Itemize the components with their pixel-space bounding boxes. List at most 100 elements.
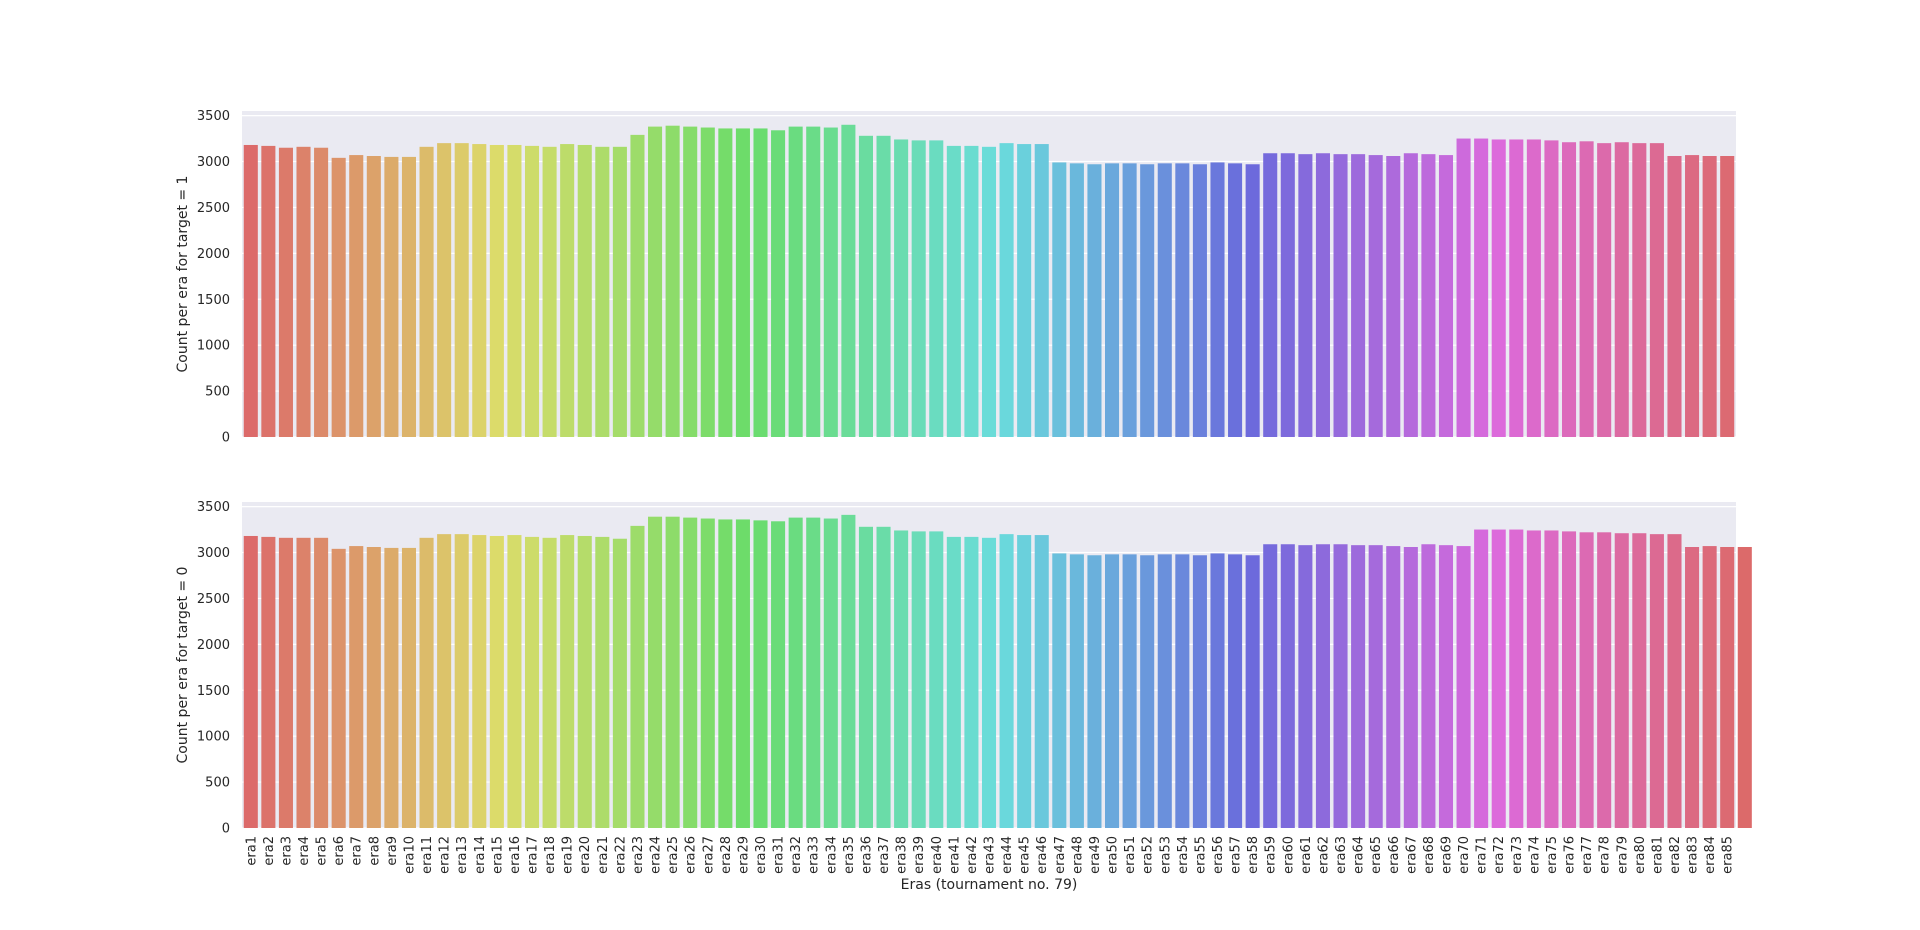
x-tick-label: era38	[895, 836, 910, 874]
y-tick-label: 1500	[197, 293, 230, 308]
bar-era26	[683, 126, 698, 437]
bar-era80	[1632, 143, 1647, 437]
bar-era70	[1456, 546, 1471, 828]
x-tick-label: era67	[1404, 836, 1419, 874]
x-tick-label: era41	[947, 836, 962, 874]
bar-era24	[648, 126, 663, 437]
x-tick-label: era72	[1492, 836, 1507, 874]
bar-era34	[823, 518, 838, 828]
x-tick-label: era64	[1352, 836, 1367, 874]
bar-era44	[999, 534, 1014, 828]
x-tick-label: era53	[1158, 836, 1173, 874]
bar-era60	[1280, 544, 1295, 828]
x-tick-label: era79	[1615, 836, 1630, 874]
x-tick-label: era18	[543, 836, 558, 874]
bar-era10	[401, 547, 417, 828]
bar-era72	[1491, 139, 1506, 438]
x-tick-label: era28	[719, 836, 734, 874]
x-tick-label: era70	[1457, 836, 1472, 874]
bar-era82	[1667, 534, 1682, 828]
x-tick-label: era4	[297, 836, 312, 866]
y-tick-label: 2000	[197, 638, 230, 653]
bar-era49	[1087, 164, 1102, 438]
x-tick-label: era13	[455, 836, 470, 874]
bar-era85	[1720, 546, 1735, 828]
bar-era14	[472, 144, 487, 438]
y-tick-label: 3000	[197, 155, 230, 170]
x-tick-label: era49	[1088, 836, 1103, 874]
bar-era5	[314, 147, 329, 437]
x-tick-label: era6	[332, 836, 347, 866]
bar-era35	[841, 514, 856, 828]
bar-era12	[437, 143, 452, 437]
bar-era29	[735, 128, 750, 438]
bar-era11	[419, 537, 434, 828]
y-tick-label: 500	[205, 385, 230, 400]
bar-era27	[700, 518, 715, 828]
bar-era48	[1069, 554, 1084, 828]
bar-era17	[524, 145, 540, 438]
bar-era21	[595, 536, 610, 828]
bar-era16	[507, 535, 522, 828]
y-tick-label: 3000	[197, 546, 230, 561]
y-tick-label: 2000	[197, 247, 230, 262]
x-tick-label: era29	[736, 836, 751, 874]
bar-era38	[894, 139, 909, 438]
bar-era84	[1702, 155, 1717, 437]
x-tick-label: era62	[1316, 836, 1331, 874]
x-tick-label: era16	[508, 836, 523, 874]
x-tick-label: era77	[1580, 836, 1595, 874]
bar-era26	[683, 517, 698, 828]
bar-era3	[278, 537, 293, 828]
bar-era22	[612, 538, 627, 828]
bar-era14	[472, 535, 487, 828]
bar-era71	[1474, 529, 1489, 828]
bar-era68	[1421, 544, 1436, 828]
x-tick-label: era24	[649, 836, 664, 874]
bar-era51	[1122, 554, 1137, 828]
bar-era12	[437, 534, 452, 828]
x-tick-label: era33	[807, 836, 822, 874]
bar-era3	[278, 147, 293, 437]
bar-era42	[964, 145, 979, 438]
bar-era46	[1034, 535, 1049, 828]
x-tick-label: era9	[385, 836, 400, 866]
x-tick-label: era43	[983, 836, 998, 874]
x-tick-label: era12	[438, 836, 453, 874]
chart-panel-2: 0 500 1000 1500 2000 2500 3000 3500 Count per er…	[175, 500, 1752, 893]
bar-era69	[1438, 545, 1454, 828]
bar-era8	[366, 546, 381, 828]
bar-era81	[1649, 143, 1664, 437]
x-tick-label: era82	[1668, 836, 1683, 874]
bar-era45	[1017, 535, 1032, 828]
bar-era71	[1474, 138, 1489, 437]
bar-era60	[1280, 153, 1295, 437]
bar-era18	[542, 146, 557, 437]
bar-era65	[1368, 155, 1383, 438]
x-tick-label: era50	[1106, 836, 1121, 874]
x-tick-label: era1	[244, 836, 259, 866]
x-tick-label: era15	[490, 836, 505, 874]
bar-era57	[1228, 554, 1243, 828]
bar-era62	[1315, 153, 1330, 437]
bar-era53	[1157, 554, 1172, 828]
bar-era56	[1210, 162, 1225, 437]
bar-era66	[1386, 546, 1401, 828]
x-tick-label: era57	[1229, 836, 1244, 874]
x-tick-label: era19	[561, 836, 576, 874]
bar-era46	[1034, 144, 1049, 438]
bar-chart-svg: 0 500 1000 1500 2000 2500 3000 3500 Count per er…	[175, 109, 1752, 893]
bar-era5	[314, 537, 329, 828]
bar-era4	[296, 146, 311, 437]
x-tick-label: era75	[1545, 836, 1560, 874]
bar-era30	[753, 520, 768, 828]
bar-era73	[1509, 139, 1524, 438]
bar-era24	[648, 516, 663, 828]
bar-era47	[1052, 162, 1067, 437]
bar-era6	[331, 157, 346, 437]
bar-era7	[349, 155, 364, 438]
bar-era19	[560, 535, 575, 828]
y-axis-label: Count per era for target = 0	[175, 567, 191, 764]
x-tick-label: era48	[1070, 836, 1085, 874]
bar-era30	[753, 128, 768, 438]
